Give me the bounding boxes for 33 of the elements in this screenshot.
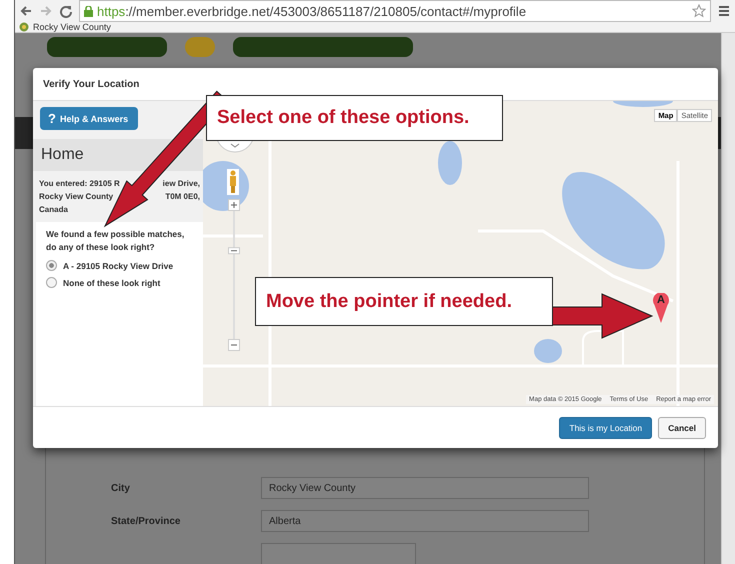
back-icon[interactable] <box>19 4 33 18</box>
menu-icon[interactable] <box>717 4 731 18</box>
cancel-button[interactable]: Cancel <box>658 416 706 438</box>
radio-icon[interactable] <box>46 277 57 288</box>
lock-icon <box>84 6 93 16</box>
help-button[interactable]: ? Help & Answers <box>40 107 138 130</box>
confirm-button[interactable]: This is my Location <box>559 416 652 438</box>
zoom-slider[interactable] <box>228 199 240 351</box>
callout-text: Move the pointer if needed. <box>255 277 553 326</box>
forward-icon[interactable] <box>39 4 53 18</box>
address-text: You entered: 29105 R <box>39 178 120 190</box>
reload-icon[interactable] <box>59 4 73 18</box>
address-text: iew Drive, <box>162 178 200 190</box>
zoom-slider-thumb[interactable] <box>228 247 240 254</box>
pegman-icon[interactable] <box>227 169 239 195</box>
input-field[interactable]: Rocky View County <box>261 477 589 499</box>
map-marker[interactable]: A <box>653 293 669 323</box>
question-text: We found a few possible matches, do any of these look right? <box>46 228 186 254</box>
address-text: T0M 0E0, <box>165 191 200 203</box>
field-label: City <box>111 482 131 494</box>
radio-option[interactable]: A - 29105 Rocky View Drive <box>46 260 193 271</box>
star-icon[interactable] <box>692 4 706 18</box>
scrollbar[interactable] <box>721 33 735 564</box>
address-text: Rocky View County <box>39 191 114 203</box>
bookmark-link[interactable]: Rocky View County <box>33 22 111 32</box>
input-field[interactable]: Alberta <box>261 510 589 532</box>
address-text: Canada <box>39 204 68 216</box>
radio-icon[interactable] <box>46 260 57 271</box>
bookmark-icon <box>19 22 29 32</box>
input-field[interactable] <box>261 543 416 564</box>
radio-option[interactable]: None of these look right <box>46 277 193 288</box>
field-label: State/Province <box>111 516 182 526</box>
address-bar[interactable]: https://member.everbridge.net/453003/8651187/210805/contact#/myprofile <box>79 0 711 22</box>
